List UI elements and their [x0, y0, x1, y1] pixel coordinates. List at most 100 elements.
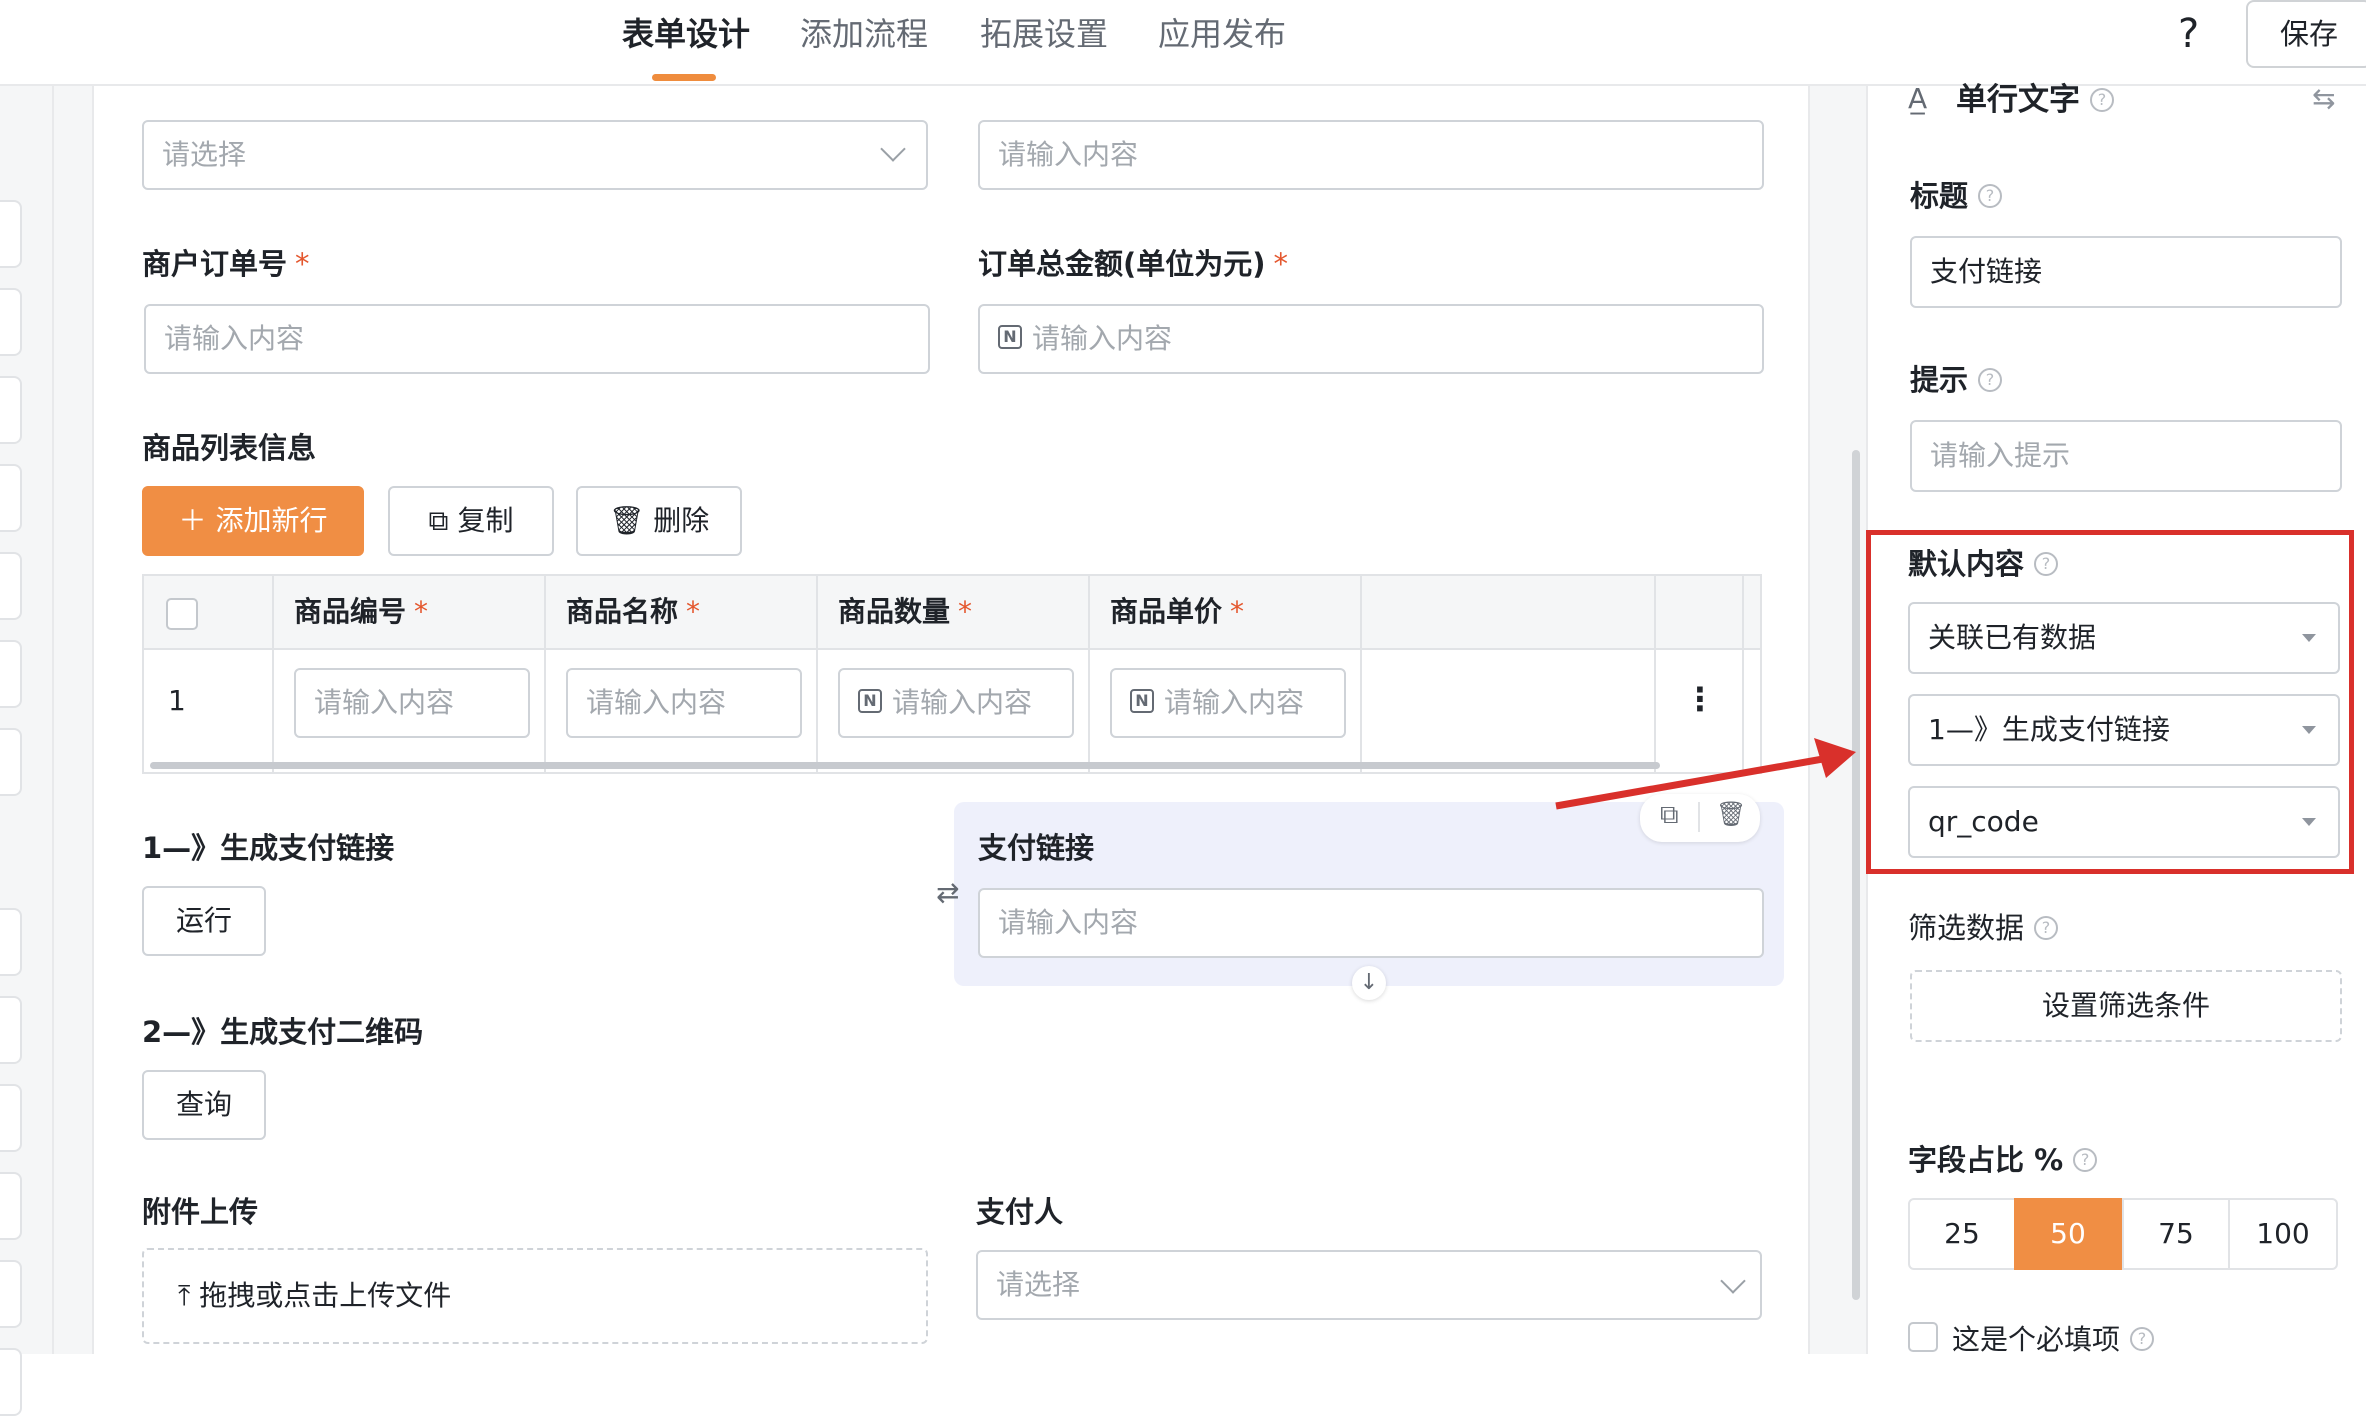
col-divider: [1088, 576, 1090, 772]
required-checkbox[interactable]: [1908, 1322, 1938, 1352]
goods-table: 商品编号 * 商品名称 * 商品数量 * 商品单价 * 1 请输入内容 请输入内容 N请…: [142, 574, 1762, 774]
canvas-margin-left: [54, 86, 94, 1354]
set-filter-button[interactable]: 设置筛选条件: [1910, 970, 2342, 1042]
left-component-strip: [0, 86, 54, 1416]
plus-icon: ＋: [178, 504, 216, 537]
strip-item[interactable]: [0, 552, 22, 620]
strip-item[interactable]: [0, 1084, 22, 1152]
default-field-select[interactable]: qr_code: [1908, 786, 2340, 858]
strip-item[interactable]: [0, 376, 22, 444]
column-header: 商品编号 *: [294, 595, 429, 628]
col-divider: [544, 576, 546, 772]
goods-qty-input[interactable]: N 请输入内容: [838, 668, 1074, 738]
strip-item[interactable]: [0, 288, 22, 356]
col-divider: [272, 576, 274, 772]
strip-item[interactable]: [0, 996, 22, 1064]
total-amount-input[interactable]: N 请输入内容: [978, 304, 1764, 374]
upload-dropzone[interactable]: ⤒ 拖拽或点击上传文件: [142, 1248, 928, 1344]
default-source-select[interactable]: 1—》生成支付链接: [1908, 694, 2340, 766]
top-input[interactable]: 请输入内容: [978, 120, 1764, 190]
help-icon[interactable]: ?: [2178, 10, 2199, 58]
default-mode-select[interactable]: 关联已有数据: [1908, 602, 2340, 674]
upload-icon: ⤒: [178, 1279, 200, 1312]
annotation-arrow: [1555, 738, 1856, 810]
pay-link-input[interactable]: 请输入内容: [978, 888, 1764, 958]
goods-id-input[interactable]: 请输入内容: [294, 668, 530, 738]
arrow-down-icon[interactable]: ↓: [1352, 966, 1386, 1000]
required-mark: *: [295, 247, 310, 281]
step1-label: 1—》生成支付链接: [142, 831, 395, 865]
help-icon: ?: [2073, 1148, 2098, 1172]
delete-button[interactable]: 🗑 删除: [576, 486, 742, 556]
strip-item[interactable]: [0, 908, 22, 976]
text-field-icon: A̲: [1908, 82, 1928, 115]
run-button[interactable]: 运行: [142, 886, 266, 956]
query-button[interactable]: 查询: [142, 1070, 266, 1140]
tab-add-process[interactable]: 添加流程: [800, 12, 928, 56]
chevron-down-icon: [880, 136, 906, 162]
chevron-down-icon: [1720, 1268, 1746, 1294]
goods-price-input[interactable]: N 请输入内容: [1110, 668, 1346, 738]
goods-list-label: 商品列表信息: [142, 431, 317, 465]
strip-item[interactable]: [0, 728, 22, 796]
total-amount-label: 订单总金额(单位为元) *: [978, 247, 1289, 281]
merchant-order-input[interactable]: 请输入内容: [144, 304, 930, 374]
canvas-scrollbar[interactable]: [1852, 450, 1860, 1300]
ratio-option-25[interactable]: 25: [1908, 1198, 2016, 1270]
select-all-checkbox[interactable]: [166, 598, 198, 630]
switch-component-icon[interactable]: ⇆: [2312, 82, 2335, 115]
ratio-option-50[interactable]: 50: [2014, 1198, 2122, 1270]
tab-form-design[interactable]: 表单设计: [622, 12, 750, 56]
hint-input[interactable]: 请输入提示: [1910, 420, 2342, 492]
copy-button[interactable]: ⧉ 复制: [388, 486, 554, 556]
title-label: 标题?: [1910, 176, 2003, 216]
caret-down-icon: [2302, 818, 2316, 826]
payer-select[interactable]: 请选择: [976, 1250, 1762, 1320]
ratio-option-100[interactable]: 100: [2228, 1198, 2338, 1270]
top-bar: 表单设计 添加流程 拓展设置 应用发布 ? 保存: [0, 0, 2366, 86]
strip-item[interactable]: [0, 640, 22, 708]
column-header: 商品名称 *: [566, 595, 701, 628]
default-content-label: 默认内容?: [1908, 544, 2059, 584]
title-input[interactable]: 支付链接: [1910, 236, 2342, 308]
help-icon: ?: [1978, 184, 2003, 208]
table-scrollbar[interactable]: [150, 762, 1660, 769]
caret-down-icon: [2302, 726, 2316, 734]
top-select[interactable]: 请选择: [142, 120, 928, 190]
field-ratio-label: 字段占比 %?: [1908, 1140, 2098, 1180]
help-icon: ?: [2034, 552, 2059, 576]
goods-name-input[interactable]: 请输入内容: [566, 668, 802, 738]
col-divider: [816, 576, 818, 772]
row-index: 1: [168, 684, 186, 717]
help-icon: ?: [1978, 368, 2003, 392]
tab-extension-settings[interactable]: 拓展设置: [980, 12, 1108, 56]
strip-item[interactable]: [0, 1348, 22, 1416]
row-more-icon[interactable]: ⋮: [1684, 680, 1716, 718]
strip-item[interactable]: [0, 464, 22, 532]
trash-icon: 🗑: [608, 504, 654, 537]
number-icon: N: [998, 325, 1022, 349]
strip-item[interactable]: [0, 1260, 22, 1328]
column-header: 商品单价 *: [1110, 595, 1245, 628]
hint-label: 提示?: [1910, 360, 2003, 400]
required-mark: *: [1273, 247, 1289, 281]
number-icon: N: [858, 689, 882, 713]
required-checkbox-label: 这是个必填项?: [1952, 1318, 2155, 1358]
attachment-label: 附件上传: [142, 1195, 259, 1229]
column-header: 商品数量 *: [838, 595, 973, 628]
component-name: 单行文字?: [1956, 80, 2114, 120]
number-icon: N: [1130, 689, 1154, 713]
tab-app-publish[interactable]: 应用发布: [1158, 12, 1286, 56]
add-row-button[interactable]: ＋ 添加新行: [142, 486, 364, 556]
strip-item[interactable]: [0, 200, 22, 268]
strip-item[interactable]: [0, 1172, 22, 1240]
help-icon: ?: [2090, 87, 2114, 112]
swap-icon[interactable]: ⇄: [936, 876, 959, 909]
merchant-order-label: 商户订单号 *: [142, 247, 310, 281]
help-icon: ?: [2130, 1327, 2155, 1351]
step2-label: 2—》生成支付二维码: [142, 1015, 424, 1049]
ratio-option-75[interactable]: 75: [2122, 1198, 2230, 1270]
copy-icon: ⧉: [428, 504, 458, 537]
filter-data-label: 筛选数据?: [1908, 908, 2059, 948]
save-button[interactable]: 保存: [2246, 0, 2366, 68]
